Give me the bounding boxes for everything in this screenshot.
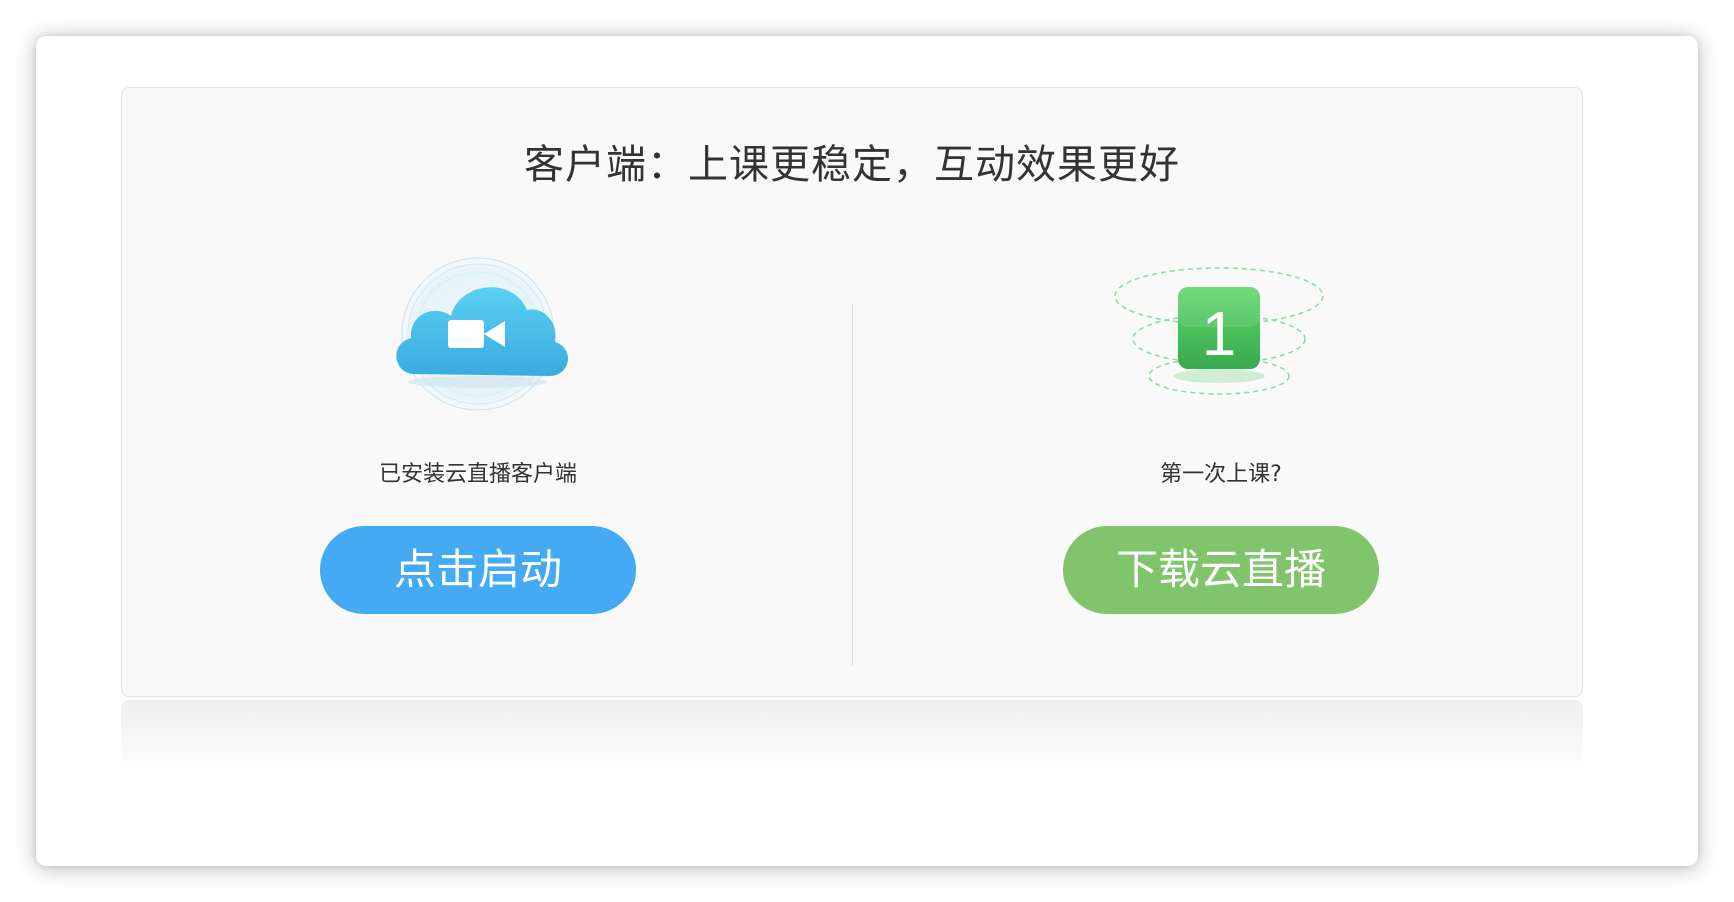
download-client-button[interactable]: 下载云直播 [1063,526,1379,614]
installed-client-caption: 已安装云直播客户端 [378,462,577,487]
cloud-camera-icon [363,248,593,418]
client-launch-dialog: 客户端：上课更稳定，互动效果更好 已安装云直播客户端 点击启动 1 第一次上课?… [36,36,1698,866]
installed-client-option: 已安装云直播客户端 点击启动 [228,248,728,614]
badge-number: 1 [1202,300,1236,369]
app-window: 客户端：上课更稳定，互动效果更好 已安装云直播客户端 点击启动 1 第一次上课?… [0,0,1734,902]
launch-client-button[interactable]: 点击启动 [320,526,636,614]
options-panel: 客户端：上课更稳定，互动效果更好 已安装云直播客户端 点击启动 1 第一次上课?… [121,87,1583,697]
column-divider [852,304,853,666]
number-one-badge-icon: 1 [1106,248,1336,418]
first-class-caption: 第一次上课? [1160,462,1282,487]
panel-reflection [121,700,1583,770]
first-class-option: 1 第一次上课? 下载云直播 [971,248,1471,614]
dialog-title: 客户端：上课更稳定，互动效果更好 [524,142,1180,188]
